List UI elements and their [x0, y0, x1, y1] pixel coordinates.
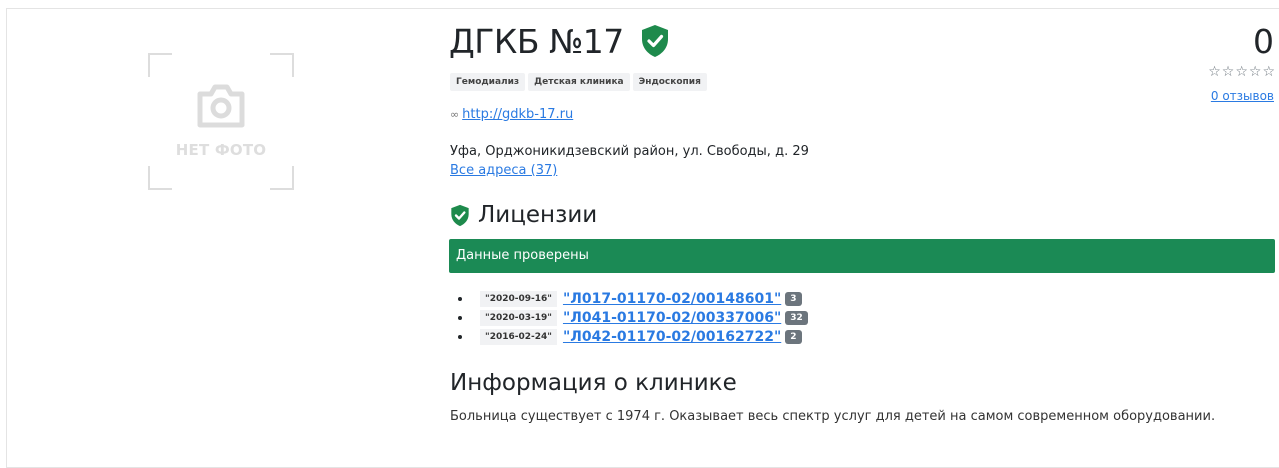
shield-check-icon [642, 25, 668, 57]
website-link[interactable]: http://gdkb-17.ru [462, 107, 573, 122]
camera-icon [197, 84, 245, 128]
license-count-badge: 2 [785, 329, 802, 344]
list-item: "2020-09-16" "Л017-01170-02/00148601" 3 [450, 289, 808, 308]
verified-banner: Данные проверены [449, 239, 1275, 273]
star-rating: ☆☆☆☆☆ [1208, 64, 1276, 80]
reviews-link[interactable]: 0 отзывов [1211, 89, 1274, 103]
frame-corner [148, 53, 172, 77]
frame-corner [148, 166, 172, 190]
license-link[interactable]: "Л017-01170-02/00148601" [563, 291, 781, 307]
bullet [458, 296, 462, 301]
bullet [458, 334, 462, 339]
licenses-heading-row: Лицензии [450, 202, 597, 228]
star-empty-icon: ☆ [1208, 64, 1222, 80]
star-empty-icon: ☆ [1248, 64, 1263, 80]
tag[interactable]: Эндоскопия [632, 73, 707, 91]
license-date: "2016-02-24" [480, 328, 557, 345]
no-photo-label: НЕТ ФОТО [175, 141, 267, 159]
tag-list: Гемодиализ Детская клиника Эндоскопия [450, 73, 707, 91]
license-link[interactable]: "Л042-01170-02/00162722" [563, 329, 781, 345]
photo-placeholder: НЕТ ФОТО [148, 53, 294, 190]
link-icon: ∞ [450, 108, 460, 121]
frame-corner [270, 166, 294, 190]
license-count-badge: 3 [785, 291, 802, 306]
tag[interactable]: Детская клиника [528, 73, 630, 91]
star-empty-icon: ☆ [1262, 64, 1276, 80]
star-empty-icon: ☆ [1235, 64, 1249, 80]
website-row: ∞ http://gdkb-17.ru [450, 107, 573, 122]
info-text: Больница существует с 1974 г. Оказывает … [450, 409, 1216, 424]
license-date: "2020-09-16" [480, 290, 557, 307]
star-empty-icon: ☆ [1221, 64, 1236, 80]
shield-check-icon [451, 204, 469, 226]
tag[interactable]: Гемодиализ [450, 73, 526, 91]
license-count-badge: 32 [785, 310, 808, 325]
rating-score: 0 [1253, 22, 1274, 61]
license-link[interactable]: "Л041-01170-02/00337006" [563, 310, 781, 326]
all-addresses-link[interactable]: Все адреса (37) [450, 163, 557, 178]
frame-corner [270, 53, 294, 77]
licenses-heading: Лицензии [478, 202, 598, 228]
list-item: "2020-03-19" "Л041-01170-02/00337006" 32 [450, 308, 808, 327]
list-item: "2016-02-24" "Л042-01170-02/00162722" 2 [450, 327, 808, 346]
license-list: "2020-09-16" "Л017-01170-02/00148601" 3 … [450, 289, 808, 346]
address: Уфа, Орджоникидзевский район, ул. Свобод… [450, 144, 809, 159]
bullet [458, 315, 462, 320]
info-heading: Информация о клинике [450, 370, 737, 396]
clinic-name: ДГКБ №17 [449, 22, 624, 61]
license-date: "2020-03-19" [480, 309, 557, 326]
